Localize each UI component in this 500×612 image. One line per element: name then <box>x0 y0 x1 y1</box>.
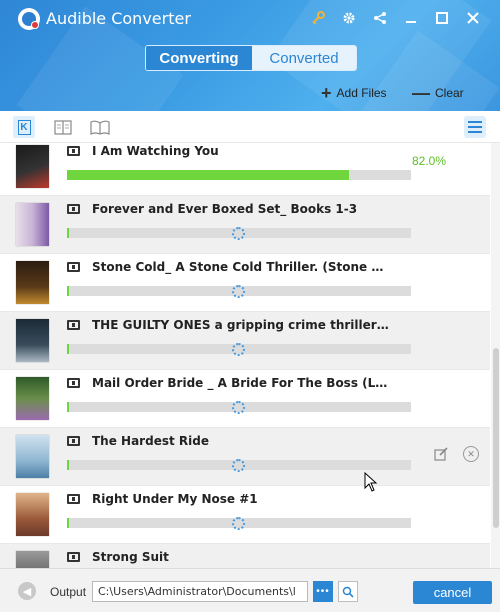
list-scrollbar[interactable] <box>491 143 500 568</box>
scrollbar-thumb[interactable] <box>493 348 499 528</box>
output-footer: ◀ Output C:\Users\Administrator\Document… <box>0 568 500 612</box>
progress-percent: 82.0% <box>412 154 447 168</box>
mouse-cursor-icon <box>364 472 378 492</box>
list-item[interactable]: Mail Order Bride _ A Bride For The Boss … <box>0 370 490 428</box>
app-title: Audible Converter <box>46 9 191 28</box>
book-cover <box>16 377 49 420</box>
audiobook-icon <box>67 204 80 214</box>
open-book-icon[interactable] <box>52 116 74 138</box>
minimize-icon[interactable] <box>395 8 426 28</box>
browse-button[interactable]: ••• <box>313 581 333 602</box>
share-icon[interactable] <box>364 8 395 28</box>
list-item[interactable]: THE GUILTY ONES a gripping crime thrille… <box>0 312 490 370</box>
back-arrow-icon[interactable]: ◀ <box>18 582 36 600</box>
app-logo-icon <box>18 8 40 30</box>
book-title: Right Under My Nose #1 <box>92 492 258 506</box>
book-title: THE GUILTY ONES a gripping crime thrille… <box>92 318 392 332</box>
clear-label: Clear <box>435 86 464 100</box>
audiobook-icon <box>67 378 80 388</box>
row-actions: ✕ <box>433 446 479 462</box>
output-label: Output <box>50 585 87 599</box>
list-item[interactable]: The Hardest Ride ✕ <box>0 428 490 486</box>
book-title: I Am Watching You <box>92 144 219 158</box>
add-files-label: Add Files <box>336 86 387 100</box>
audiobook-icon <box>67 146 80 156</box>
book-title: Mail Order Bride _ A Bride For The Boss … <box>92 376 392 390</box>
book-cover <box>16 261 49 304</box>
progress-bar <box>67 170 411 180</box>
output-path-field[interactable]: C:\Users\Administrator\Documents\l <box>92 581 308 602</box>
close-icon[interactable] <box>457 8 488 28</box>
kindle-view-icon[interactable]: K <box>13 116 35 138</box>
loading-spinner-icon <box>232 343 245 356</box>
book-title: The Hardest Ride <box>92 434 209 448</box>
minus-icon: — <box>412 83 430 103</box>
audiobook-icon <box>67 262 80 272</box>
audiobook-icon <box>67 494 80 504</box>
add-files-button[interactable]: + Add Files <box>321 84 387 102</box>
book-title: Forever and Ever Boxed Set_ Books 1-3 <box>92 202 358 216</box>
book-title: Strong Suit <box>92 550 169 564</box>
cancel-button[interactable]: cancel <box>413 581 492 604</box>
book-cover <box>16 493 49 536</box>
list-item[interactable]: Stone Cold_ A Stone Cold Thriller. (Ston… <box>0 254 490 312</box>
open-folder-search-icon[interactable] <box>338 581 358 602</box>
conversion-list: I Am Watching You 82.0% Forever and Ever… <box>0 143 490 568</box>
remove-icon[interactable]: ✕ <box>463 446 479 462</box>
loading-spinner-icon <box>232 517 245 530</box>
tab-converted[interactable]: Converted <box>252 46 356 70</box>
gear-icon[interactable] <box>333 8 364 28</box>
view-toolbar: K <box>0 111 500 143</box>
list-item[interactable]: Right Under My Nose #1 <box>0 486 490 544</box>
book-cover <box>16 551 49 568</box>
loading-spinner-icon <box>232 401 245 414</box>
progress-fill <box>67 170 350 180</box>
maximize-icon[interactable] <box>426 8 457 28</box>
edit-icon[interactable] <box>433 446 449 462</box>
book-cover <box>16 145 49 188</box>
audiobook-icon <box>67 320 80 330</box>
book-title: Stone Cold_ A Stone Cold Thriller. (Ston… <box>92 260 392 274</box>
window-controls <box>302 8 488 28</box>
book-cover <box>16 319 49 362</box>
audiobook-icon <box>67 436 80 446</box>
list-item[interactable]: Forever and Ever Boxed Set_ Books 1-3 <box>0 196 490 254</box>
list-item[interactable]: Strong Suit <box>0 544 490 568</box>
plus-icon: + <box>321 83 332 103</box>
loading-spinner-icon <box>232 285 245 298</box>
loading-spinner-icon <box>232 227 245 240</box>
app-header: Audible Converter Converting Converted +… <box>0 0 500 111</box>
book-cover <box>16 203 49 246</box>
clear-button[interactable]: — Clear <box>412 84 464 102</box>
list-item[interactable]: I Am Watching You 82.0% <box>0 143 490 196</box>
view-tabs: Converting Converted <box>145 45 357 71</box>
audiobook-icon <box>67 552 80 562</box>
key-icon[interactable] <box>302 8 333 28</box>
tab-converting[interactable]: Converting <box>146 46 252 70</box>
menu-icon[interactable] <box>464 116 486 138</box>
book-cover <box>16 435 49 478</box>
book-icon[interactable] <box>89 116 111 138</box>
loading-spinner-icon <box>232 459 245 472</box>
